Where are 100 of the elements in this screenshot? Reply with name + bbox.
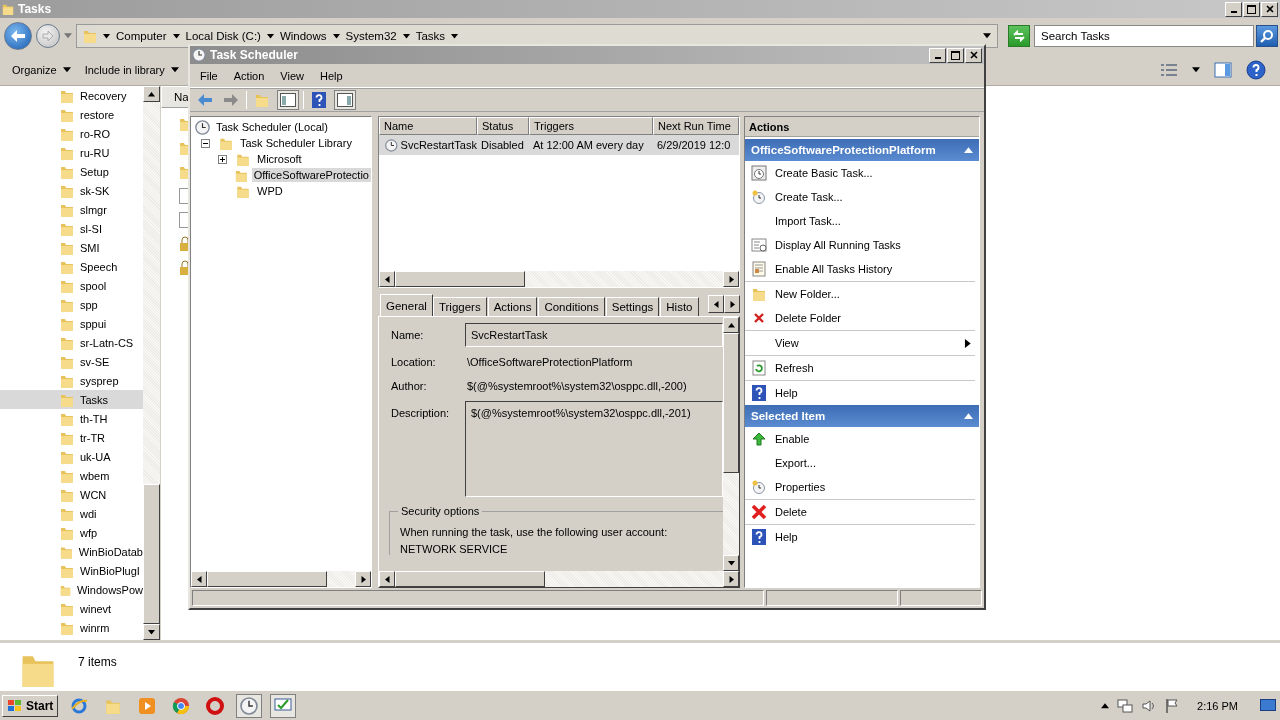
- toolbar-menu-button[interactable]: Organize: [12, 61, 71, 78]
- vertical-scrollbar[interactable]: [723, 317, 739, 571]
- scroll-right-button[interactable]: [355, 571, 371, 587]
- folder-tree-item[interactable]: Speech: [0, 257, 143, 276]
- command-link[interactable]: Create Basic Task...: [745, 161, 975, 185]
- command-link[interactable]: View: [745, 331, 975, 355]
- scrollbar-thumb[interactable]: [207, 571, 327, 587]
- folder-tree-item[interactable]: wfp: [0, 523, 143, 542]
- breadcrumb[interactable]: Windows: [279, 30, 327, 42]
- tab[interactable]: General: [380, 294, 433, 316]
- scroll-right-button[interactable]: [723, 271, 739, 287]
- section-header[interactable]: OfficeSoftwareProtectionPlatform: [745, 139, 979, 161]
- tab[interactable]: Settings: [605, 297, 660, 316]
- scrollbar-thumb[interactable]: [395, 571, 545, 587]
- scroll-left-button[interactable]: [379, 571, 395, 587]
- folder-tree-item[interactable]: WindowsPow: [0, 580, 143, 599]
- tab-scroll-right-button[interactable]: [724, 295, 740, 313]
- horizontal-scrollbar[interactable]: [191, 571, 371, 587]
- folder-tree-item[interactable]: wbem: [0, 466, 143, 485]
- command-link[interactable]: Display All Running Tasks: [745, 233, 975, 257]
- start-button[interactable]: Start: [2, 694, 59, 717]
- name-field[interactable]: SvcRestartTask: [465, 323, 723, 347]
- column-header[interactable]: Next Run Time: [653, 117, 739, 135]
- tab[interactable]: Actions: [487, 297, 538, 316]
- folder-tree-item[interactable]: sppui: [0, 314, 143, 333]
- refresh-button[interactable]: [1008, 25, 1030, 47]
- close-button[interactable]: [1261, 1, 1278, 17]
- command-link[interactable]: Delete: [745, 500, 975, 524]
- minimize-button[interactable]: [929, 47, 946, 63]
- tab-scroll-left-button[interactable]: [708, 295, 724, 313]
- column-header[interactable]: Triggers: [529, 117, 653, 135]
- folder-tree-item[interactable]: sk-SK: [0, 181, 143, 200]
- tab[interactable]: Histo: [660, 297, 699, 316]
- tree-item[interactable]: Task Scheduler Library: [238, 136, 354, 150]
- folder-tree-item[interactable]: restore: [0, 105, 143, 124]
- help-icon[interactable]: [1246, 59, 1266, 80]
- column-header[interactable]: Na: [161, 86, 189, 108]
- menu-item[interactable]: View: [274, 67, 310, 84]
- right-pane-toggle-button[interactable]: [334, 90, 356, 110]
- breadcrumb[interactable]: Tasks: [415, 30, 446, 42]
- command-link[interactable]: Import Task...: [745, 209, 975, 233]
- folder-tree-item[interactable]: sr-Latn-CS: [0, 333, 143, 352]
- maximize-button[interactable]: [947, 47, 964, 63]
- task-row[interactable]: SvcRestartTask Disabled At 12:00 AM every day 6/29/2019 12:0: [379, 135, 739, 155]
- folder-tree-item[interactable]: slmgr: [0, 200, 143, 219]
- forward-button[interactable]: [36, 24, 60, 48]
- menu-item[interactable]: File: [194, 67, 224, 84]
- folder-tree-item[interactable]: WinBioPlugI: [0, 561, 143, 580]
- command-link[interactable]: Export...: [745, 451, 975, 475]
- description-field[interactable]: $(@%systemroot%\system32\osppc.dll,-201): [465, 401, 723, 497]
- folder-tree-item[interactable]: winevt: [0, 599, 143, 618]
- tree-item[interactable]: OfficeSoftwareProtectio: [251, 168, 371, 182]
- search-field[interactable]: Search Tasks: [1034, 25, 1254, 47]
- command-link[interactable]: Help: [745, 525, 975, 549]
- horizontal-scrollbar[interactable]: [379, 571, 739, 587]
- command-link[interactable]: Create Task...: [745, 185, 975, 209]
- scroll-right-button[interactable]: [723, 571, 739, 587]
- folder-tree-item[interactable]: sl-SI: [0, 219, 143, 238]
- toolbar-menu-button[interactable]: Include in library: [84, 61, 179, 78]
- breadcrumb[interactable]: Computer: [116, 30, 167, 42]
- folder-tree-item[interactable]: WCN: [0, 485, 143, 504]
- folder-tree-item[interactable]: SMI: [0, 238, 143, 257]
- scrollbar-thumb[interactable]: [143, 484, 160, 624]
- folder-tree-item[interactable]: ru-RU: [0, 143, 143, 162]
- folder-tree-item[interactable]: Recovery: [0, 86, 143, 105]
- tree-item[interactable]: Task Scheduler (Local): [214, 120, 330, 134]
- tree-item[interactable]: Microsoft: [255, 152, 304, 166]
- folder-tree-item[interactable]: winrm: [0, 618, 143, 637]
- folder-tree-item[interactable]: spool: [0, 276, 143, 295]
- show-desktop-icon[interactable]: [1260, 698, 1276, 713]
- taskbar-app-button[interactable]: [270, 693, 297, 718]
- column-header[interactable]: Name: [379, 117, 477, 135]
- scroll-down-button[interactable]: [723, 555, 739, 571]
- expand-button[interactable]: [218, 154, 227, 164]
- scroll-left-button[interactable]: [191, 571, 207, 587]
- folder-tree-item[interactable]: Setup: [0, 162, 143, 181]
- command-link[interactable]: Help: [745, 381, 975, 405]
- flag-icon[interactable]: [1165, 697, 1180, 714]
- minimize-button[interactable]: [1225, 1, 1242, 17]
- folder-tree-item[interactable]: spp: [0, 295, 143, 314]
- clock-time[interactable]: 2:16 PM: [1197, 699, 1238, 712]
- breadcrumb[interactable]: Local Disk (C:): [185, 30, 261, 42]
- console-tree-toggle-button[interactable]: [277, 90, 299, 110]
- folder-tree-item[interactable]: Tasks: [0, 390, 143, 409]
- maximize-button[interactable]: [1243, 1, 1260, 17]
- back-button[interactable]: [4, 22, 32, 50]
- menu-item[interactable]: Action: [227, 67, 271, 84]
- menu-item[interactable]: Help: [313, 67, 349, 84]
- tree-item[interactable]: WPD: [255, 184, 285, 198]
- tab[interactable]: Triggers: [432, 297, 487, 316]
- scroll-down-button[interactable]: [143, 624, 160, 640]
- scroll-left-button[interactable]: [379, 271, 395, 287]
- section-header[interactable]: Selected Item: [745, 405, 979, 427]
- command-link[interactable]: Enable All Tasks History: [745, 257, 975, 281]
- vertical-scrollbar[interactable]: [143, 86, 160, 640]
- command-link[interactable]: Properties: [745, 475, 975, 499]
- scrollbar-thumb[interactable]: [723, 333, 739, 473]
- column-header[interactable]: Status: [477, 117, 529, 135]
- collapse-button[interactable]: [201, 138, 210, 148]
- folder-tree-item[interactable]: th-TH: [0, 409, 143, 428]
